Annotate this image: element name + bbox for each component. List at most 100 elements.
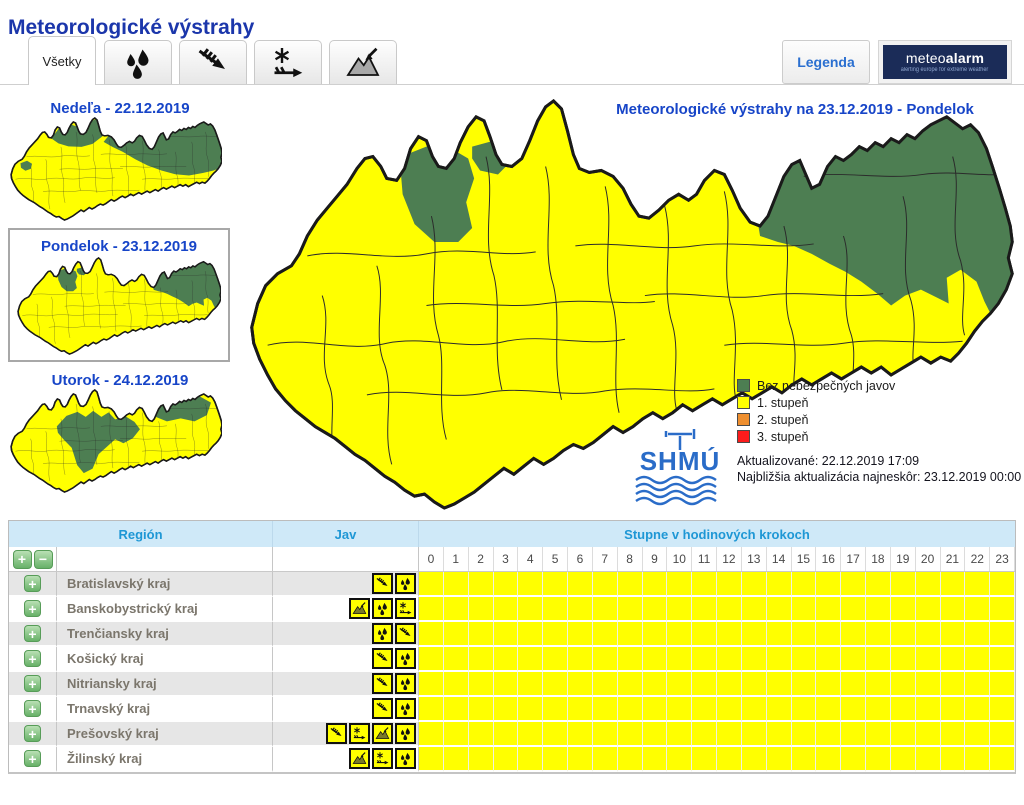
hour-level-cell	[990, 597, 1015, 622]
hour-level-cell	[990, 697, 1015, 722]
expand-row-button[interactable]: +	[24, 700, 41, 717]
phenomena-cell	[273, 597, 419, 622]
hour-level-cell	[543, 597, 568, 622]
day-map-tuesday[interactable]: Utorok - 24.12.2019	[10, 372, 230, 498]
hour-level-cell	[444, 647, 469, 672]
tab-all[interactable]: Všetky	[28, 36, 96, 85]
region-name: Košický kraj	[57, 647, 273, 672]
hour-level-cell	[767, 597, 792, 622]
hour-level-cell	[618, 597, 643, 622]
expand-row-button[interactable]: +	[24, 575, 41, 592]
expand-row-button[interactable]: +	[24, 600, 41, 617]
rain-icon	[398, 701, 413, 716]
expand-all-button[interactable]: +	[13, 550, 32, 569]
hour-level-cell	[469, 647, 494, 672]
hour-label: 21	[941, 547, 966, 571]
hour-level-cell	[916, 572, 941, 597]
hour-level-cell	[692, 747, 717, 772]
hour-level-cell	[593, 722, 618, 747]
row-expand-cell: +	[9, 722, 57, 747]
hour-level-cell	[965, 647, 990, 672]
hour-level-cell	[916, 597, 941, 622]
hour-level-cell	[941, 647, 966, 672]
expand-row-button[interactable]: +	[24, 650, 41, 667]
hour-level-cell	[667, 597, 692, 622]
hour-level-cell	[866, 647, 891, 672]
hour-level-cell	[568, 572, 593, 597]
tab-snowdrift[interactable]	[254, 40, 322, 84]
legend-button[interactable]: Legenda	[782, 40, 870, 84]
region-name: Nitriansky kraj	[57, 672, 273, 697]
hour-level-cell	[841, 597, 866, 622]
meteoalarm-tagline: alerting europe for extreme weather	[901, 67, 988, 73]
updated-at: Aktualizované: 22.12.2019 17:09	[737, 453, 1021, 469]
hour-level-cell	[593, 597, 618, 622]
hour-level-cell	[494, 597, 519, 622]
hour-level-cell	[767, 622, 792, 647]
empty-region-cell	[57, 547, 273, 571]
day-map-monday-title: Pondelok - 23.12.2019	[10, 238, 228, 255]
expand-row-button[interactable]: +	[24, 725, 41, 742]
hour-level-cell	[568, 722, 593, 747]
column-header-phenomenon: Jav	[273, 521, 419, 547]
expand-row-button[interactable]: +	[24, 675, 41, 692]
avalanche-icon	[352, 601, 367, 616]
row-expand-cell: +	[9, 647, 57, 672]
collapse-all-button[interactable]: −	[34, 550, 53, 569]
hour-level-cell	[469, 672, 494, 697]
expand-all-cell: +−	[9, 547, 57, 571]
hour-level-cell	[568, 597, 593, 622]
rain-icon	[398, 676, 413, 691]
tab-rain[interactable]	[104, 40, 172, 84]
day-map-sunday[interactable]: Nedeľa - 22.12.2019	[10, 100, 230, 226]
hour-level-cell	[717, 647, 742, 672]
expand-row-button[interactable]: +	[24, 625, 41, 642]
day-map-tuesday-title: Utorok - 24.12.2019	[10, 372, 230, 389]
hour-level-cell	[742, 697, 767, 722]
hour-level-cell	[742, 722, 767, 747]
day-map-monday-thumbnail[interactable]	[17, 257, 221, 355]
hour-level-cell	[767, 647, 792, 672]
hour-level-cell	[444, 572, 469, 597]
hour-level-cell	[692, 672, 717, 697]
hour-level-cell	[469, 747, 494, 772]
phenomena-cell	[273, 672, 419, 697]
legend-item: 1. stupeň	[737, 394, 895, 411]
hour-label: 14	[767, 547, 792, 571]
day-map-monday-selected-box[interactable]: Pondelok - 23.12.2019	[8, 228, 230, 362]
hour-level-cell	[419, 572, 444, 597]
hour-level-cell	[965, 722, 990, 747]
hour-level-cell	[792, 722, 817, 747]
day-map-sunday-thumbnail[interactable]	[10, 117, 222, 221]
tab-wind[interactable]	[179, 40, 247, 84]
legend-item: 2. stupeň	[737, 411, 895, 428]
hour-level-cell	[568, 647, 593, 672]
hour-level-cell	[518, 697, 543, 722]
hour-level-cell	[593, 647, 618, 672]
tab-avalanche[interactable]	[329, 40, 397, 84]
table-row: +Bratislavský kraj	[9, 572, 1015, 597]
expand-row-button[interactable]: +	[24, 750, 41, 767]
hour-level-cell	[717, 747, 742, 772]
waves-icon	[636, 477, 716, 504]
legend-item: Bez nebezpečných javov	[737, 377, 895, 394]
hour-label: 13	[742, 547, 767, 571]
hour-level-cell	[990, 647, 1015, 672]
hour-level-cell	[916, 672, 941, 697]
hour-label: 11	[692, 547, 717, 571]
warning-avalanche-badge	[372, 723, 393, 744]
hour-level-cell	[469, 697, 494, 722]
hour-level-cell	[792, 747, 817, 772]
hour-level-cell	[593, 572, 618, 597]
hour-level-cell	[866, 572, 891, 597]
hour-level-cell	[444, 622, 469, 647]
meteoalarm-logo[interactable]: meteoalarm alerting europe for extreme w…	[878, 40, 1012, 84]
region-name: Trnavský kraj	[57, 697, 273, 722]
hour-level-cell	[643, 697, 668, 722]
hour-level-cell	[742, 572, 767, 597]
hour-level-cell	[518, 597, 543, 622]
day-map-tuesday-thumbnail[interactable]	[10, 389, 222, 493]
warning-rain-badge	[372, 623, 393, 644]
hour-level-cell	[643, 722, 668, 747]
hour-level-cell	[916, 697, 941, 722]
